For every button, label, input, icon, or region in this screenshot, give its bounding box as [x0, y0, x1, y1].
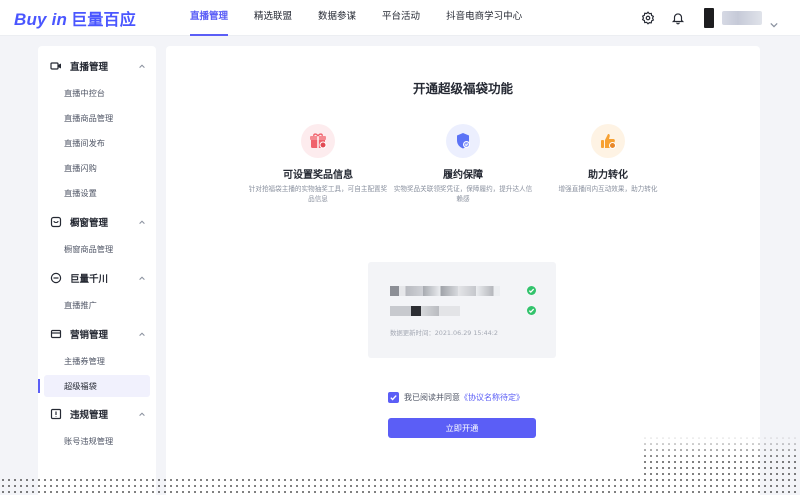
feature-prize-settings: 可设置奖品信息 针对抢福袋主播的实物抽奖工具，可自主配置奖品信息 — [248, 124, 388, 204]
chevron-up-icon — [138, 218, 146, 226]
nav-item-platform-activity[interactable]: 平台活动 — [382, 0, 420, 36]
check-circle-icon — [527, 306, 536, 315]
agreement-text: 我已阅读并同意 — [404, 392, 460, 402]
sidebar-group-header[interactable]: 巨量千川 — [38, 268, 156, 288]
sidebar-item-super-lucky-bag[interactable]: 超级福袋 — [38, 375, 150, 397]
chevron-up-icon — [138, 410, 146, 418]
sidebar-item-account-violation[interactable]: 账号违规管理 — [38, 430, 156, 452]
chevron-down-icon[interactable] — [770, 14, 778, 28]
sidebar-group-header[interactable]: 违规管理 — [38, 404, 156, 424]
nav-item-live-management[interactable]: 直播管理 — [190, 0, 229, 36]
sidebar-group-header[interactable]: 营销管理 — [38, 324, 156, 344]
thumbs-up-icon — [591, 124, 625, 158]
sidebar-item-live-products[interactable]: 直播商品管理 — [38, 107, 156, 129]
nav-item-learning-center[interactable]: 抖音电商学习中心 — [446, 0, 522, 36]
nav-item-data-advisor[interactable]: 数据参谋 — [318, 0, 356, 36]
agreement-link[interactable]: 《协议名称待定》 — [460, 392, 524, 403]
agreement-row: 我已阅读并同意 《协议名称待定》 — [388, 391, 524, 403]
logo-cn-text: 巨量百应 — [71, 12, 136, 29]
update-time: 数据更新时间：2021.06.29 15:44:2 — [390, 329, 498, 337]
page-title: 开通超级福袋功能 — [412, 81, 513, 96]
logo[interactable]: Buy in 巨量百应 — [14, 6, 136, 30]
sidebar-item-window-products[interactable]: 橱窗商品管理 — [38, 238, 156, 260]
sidebar-group-label: 直播管理 — [70, 62, 109, 73]
sidebar-group-window: 橱窗管理 橱窗商品管理 — [38, 212, 156, 260]
check-circle-icon — [527, 286, 536, 295]
sidebar-group-live: 直播管理 直播中控台 直播商品管理 直播间发布 直播闪购 直播设置 — [38, 56, 156, 204]
settings-icon[interactable] — [640, 10, 656, 26]
sidebar-group-header[interactable]: 橱窗管理 — [38, 212, 156, 232]
requirement-1-text — [390, 286, 500, 296]
top-navigation-bar: Buy in 巨量百应 直播管理 精选联盟 数据参谋 平台活动 抖音电商学习中心 — [0, 0, 800, 36]
marketing-icon — [50, 328, 62, 340]
window-icon — [50, 216, 62, 228]
feature-fulfillment: 履约保障 实物奖品关联领奖凭证，保障履约，提升达人信赖感 — [393, 124, 533, 204]
main-content: 开通超级福袋功能 可设置奖品信息 针对抢福袋主播的实物抽奖工具，可自主配置奖品信… — [166, 46, 760, 495]
chevron-up-icon — [138, 330, 146, 338]
sidebar-item-coupon-management[interactable]: 主播券管理 — [38, 350, 156, 372]
feature-title: 助力转化 — [588, 170, 628, 181]
gift-icon — [301, 124, 335, 158]
open-now-button[interactable]: 立即开通 — [388, 418, 536, 438]
sidebar-item-live-flash-sale[interactable]: 直播闪购 — [38, 157, 156, 179]
nav-item-selection-alliance[interactable]: 精选联盟 — [254, 0, 292, 36]
feature-title: 可设置奖品信息 — [283, 170, 353, 181]
requirement-2-text — [390, 306, 460, 316]
main-nav: 直播管理 精选联盟 数据参谋 平台活动 抖音电商学习中心 — [190, 0, 548, 36]
requirement-status-box: 数据更新时间：2021.06.29 15:44:2 — [368, 262, 556, 358]
sidebar-group-label: 违规管理 — [70, 410, 109, 421]
sidebar-item-live-console[interactable]: 直播中控台 — [38, 82, 156, 104]
qianchuan-icon — [50, 272, 62, 284]
chevron-up-icon — [138, 274, 146, 282]
sidebar-item-live-publish[interactable]: 直播间发布 — [38, 132, 156, 154]
sidebar-group-label: 橱窗管理 — [70, 218, 109, 229]
sidebar-item-live-settings[interactable]: 直播设置 — [38, 182, 156, 204]
sidebar-group-violation: 违规管理 账号违规管理 — [38, 404, 156, 452]
chevron-up-icon — [138, 62, 146, 70]
sidebar-group-label: 巨量千川 — [70, 274, 109, 285]
sidebar-item-live-promotion[interactable]: 直播推广 — [38, 294, 156, 316]
avatar[interactable] — [704, 8, 714, 28]
sidebar-group-label: 营销管理 — [70, 330, 109, 341]
sidebar-group-marketing: 营销管理 主播券管理 超级福袋 — [38, 324, 156, 397]
bell-icon[interactable] — [670, 10, 686, 26]
user-name[interactable] — [722, 11, 762, 25]
sidebar-group-qianchuan: 巨量千川 直播推广 — [38, 268, 156, 316]
feature-title: 履约保障 — [443, 170, 483, 181]
feature-description: 增强直播间内互动效果，助力转化 — [558, 185, 658, 193]
agreement-checkbox[interactable] — [388, 391, 399, 403]
logo-text: Buy in — [14, 10, 68, 29]
violation-icon — [50, 408, 62, 420]
feature-conversion: 助力转化 增强直播间内互动效果，助力转化 — [538, 124, 678, 194]
live-icon — [50, 60, 62, 72]
sidebar: 直播管理 直播中控台 直播商品管理 直播间发布 直播闪购 直播设置 橱窗管理 橱… — [38, 46, 156, 495]
sidebar-group-header[interactable]: 直播管理 — [38, 56, 156, 76]
feature-description: 针对抢福袋主播的实物抽奖工具，可自主配置奖品信息 — [248, 185, 388, 203]
shield-icon — [446, 124, 480, 158]
header-actions — [626, 0, 778, 36]
feature-description: 实物奖品关联领奖凭证，保障履约，提升达人信赖感 — [393, 185, 533, 203]
